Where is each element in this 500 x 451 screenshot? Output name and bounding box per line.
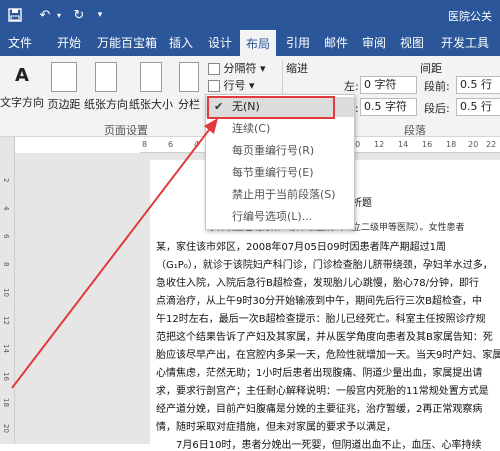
annotation-arrow [11,118,218,389]
